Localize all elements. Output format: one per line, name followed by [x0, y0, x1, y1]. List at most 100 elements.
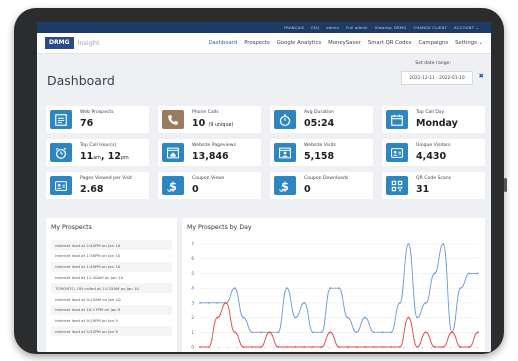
data-point — [207, 301, 210, 304]
data-point — [233, 287, 236, 290]
data-point — [372, 346, 375, 348]
utility-link-change-client[interactable]: CHANGE CLIENT — [414, 25, 448, 30]
y-tick-label: 6 — [191, 256, 194, 261]
stat-card-coupon-downloads[interactable]: $ Coupon Downloads 0 — [270, 172, 373, 199]
utility-link-francais[interactable]: FRANÇAIS — [284, 25, 304, 30]
data-point — [459, 287, 462, 290]
stat-value: 05:24 — [304, 118, 335, 129]
stat-card-phone-calls[interactable]: Phone Calls 10 (9 unique) — [158, 106, 261, 133]
brand-product-name: Insight — [77, 39, 100, 47]
data-point — [398, 346, 401, 348]
data-point — [259, 331, 262, 334]
stat-card-top-call-hours[interactable]: Top Call Hour(s) 11am, 12pm — [46, 139, 149, 166]
date-range-input[interactable]: 2021-12-11 - 2022-01-10 — [401, 71, 473, 85]
list-item[interactable]: internet lead at 9:15AM on Jan 10 — [51, 294, 172, 304]
y-tick-label: 0 — [191, 345, 194, 350]
stat-card-web-prospects[interactable]: Web Prospects 76 — [46, 106, 149, 133]
user-card-icon — [50, 176, 72, 195]
prospects-title: My Prospects — [51, 224, 92, 231]
data-point — [312, 346, 314, 348]
user-card-icon — [386, 143, 408, 162]
list-item[interactable]: internet lead at 10:17PM on Jan 9 — [51, 304, 172, 315]
list-item[interactable]: internet lead at 9:29PM on Jan 9 — [51, 315, 172, 325]
stat-label: QR Code Scans — [416, 176, 452, 181]
stat-value-hour: 11 — [80, 151, 94, 162]
y-tick-label: 2 — [191, 315, 194, 320]
stat-card-unique-visitors[interactable]: Unique Visitors 4,430 — [382, 139, 485, 166]
data-point — [242, 346, 245, 348]
stat-label: Website Pageviews — [192, 143, 236, 148]
list-item[interactable]: internet lead at 5:52PM on Jan 9 — [51, 326, 172, 337]
list-item[interactable]: internet lead at 2:44PM on Jan 10 — [51, 240, 172, 251]
stat-value: 0 — [192, 184, 199, 195]
data-point — [459, 346, 462, 348]
qr-code-icon — [386, 176, 408, 195]
data-point — [477, 272, 479, 275]
prospects-panel: My Prospects internet lead at 2:44PM on … — [46, 218, 177, 352]
nav-item-settings[interactable]: Settings ⌄ — [455, 40, 483, 46]
nav-item-dashboard[interactable]: Dashboard — [208, 40, 237, 46]
utility-link-admin[interactable]: admin — [326, 25, 339, 30]
data-point — [390, 331, 393, 334]
data-point — [407, 243, 410, 245]
stat-card-website-pageviews[interactable]: Website Pageviews 13,846 — [158, 139, 261, 166]
nav-item-moneysaver[interactable]: MoneySaver — [328, 40, 361, 46]
utility-account-menu[interactable]: ACCOUNT ⌄ — [454, 25, 479, 30]
y-tick-label: 1 — [191, 330, 194, 335]
data-point — [355, 346, 358, 348]
stat-label: Top Call Hour(s) — [80, 143, 117, 148]
data-point — [242, 316, 245, 319]
data-point — [199, 346, 201, 348]
stat-label: Pages Viewed per Visit — [80, 176, 132, 181]
data-point — [329, 331, 332, 334]
clear-date-icon[interactable]: ✖ — [479, 72, 484, 80]
data-point — [207, 346, 210, 348]
data-point — [285, 346, 288, 348]
stat-label: Top Call Day — [416, 110, 445, 115]
stat-value: 10 — [192, 118, 206, 129]
stat-value-suffix: (9 unique) — [208, 123, 234, 128]
nav-item-prospects[interactable]: Prospects — [244, 40, 270, 46]
main-nav: DRMG Insight Dashboard Prospects Google … — [37, 33, 491, 54]
y-tick-label: 5 — [191, 271, 194, 276]
data-point — [233, 331, 236, 334]
y-tick-label: 3 — [191, 300, 194, 305]
data-point — [468, 272, 471, 275]
utility-link-full-admin[interactable]: Full admin — [346, 25, 368, 30]
page-title: Dashboard — [47, 73, 115, 88]
nav-item-smart-qr-codes[interactable]: Smart QR Codes — [368, 40, 412, 46]
stat-card-pages-per-visit[interactable]: Pages Viewed per Visit 2.68 — [46, 172, 149, 199]
y-tick-label: 4 — [191, 286, 194, 291]
stat-card-top-call-day[interactable]: Top Call Day Monday — [382, 106, 485, 133]
utility-bar: FRANÇAIS FAQ admin Full admin Viewing: D… — [37, 22, 491, 33]
list-item[interactable]: internet lead at 11:40AM on Jan 10 — [51, 272, 172, 282]
stat-card-avg-duration[interactable]: Avg Duration 05:24 — [270, 106, 373, 133]
stat-card-website-visits[interactable]: Website Visits 5,158 — [270, 139, 373, 166]
stat-value: 5,158 — [304, 151, 335, 162]
list-item[interactable]: internet lead at 1:58PM on Jan 10 — [51, 251, 172, 261]
coupon-dollar-icon: $ — [162, 176, 184, 195]
data-point — [216, 301, 219, 304]
data-point — [477, 331, 479, 334]
bottom-panels: My Prospects internet lead at 2:44PM on … — [46, 218, 485, 352]
data-point — [303, 346, 306, 348]
stat-value-hour: , 12 — [100, 151, 121, 162]
data-point — [416, 346, 419, 348]
data-point — [398, 301, 401, 304]
list-item[interactable]: internet lead at 1:49PM on Jan 10 — [51, 261, 172, 272]
stat-card-coupon-views[interactable]: $ Coupon Views 0 — [158, 172, 261, 199]
stat-value-ampm: am — [93, 156, 101, 161]
nav-item-campaigns[interactable]: Campaigns — [418, 40, 448, 46]
stat-value: 0 — [304, 184, 311, 195]
data-point — [372, 331, 375, 334]
nav-item-google-analytics[interactable]: Google Analytics — [277, 40, 321, 46]
stat-value: 4,430 — [416, 151, 447, 162]
data-point — [329, 287, 332, 290]
data-point — [251, 346, 254, 348]
list-item[interactable]: TORONTO, ON called at 11:25AM on Jan 10 — [51, 283, 172, 294]
stat-card-qr-code-scans[interactable]: QR Code Scans 31 — [382, 172, 485, 199]
brand-logo[interactable]: DRMG — [45, 37, 74, 49]
stat-label: Web Prospects — [80, 110, 114, 115]
utility-link-faq[interactable]: FAQ — [311, 25, 319, 30]
stat-label: Phone Calls — [192, 110, 219, 115]
